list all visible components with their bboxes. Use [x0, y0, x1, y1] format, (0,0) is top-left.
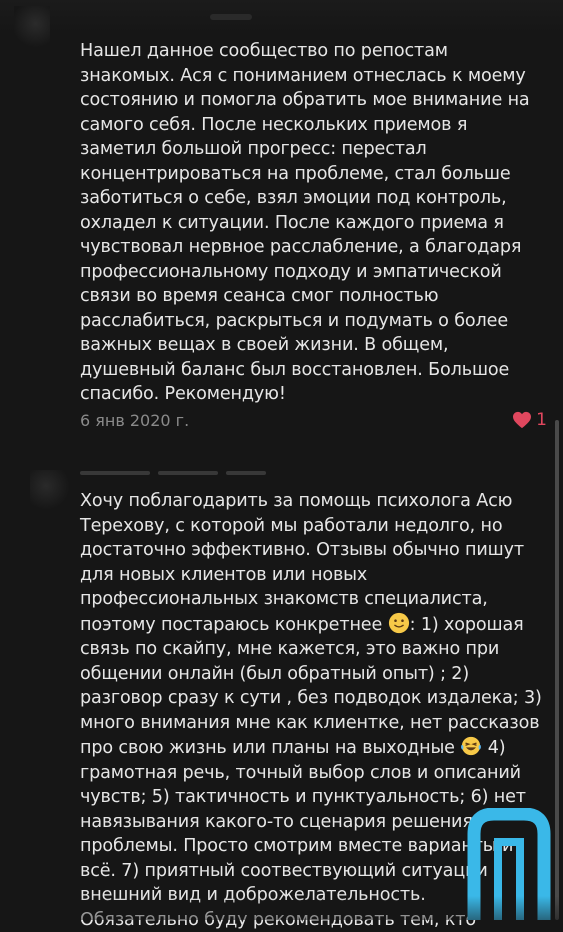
- like-count: 1: [536, 410, 547, 430]
- review-2-text-part3: 4) грамотная речь, точный выбор слов и о…: [80, 738, 526, 930]
- review-1-date: 6 янв 2020 г.: [80, 411, 190, 430]
- like-button[interactable]: 1: [512, 410, 547, 430]
- review-1-text: Нашел данное сообщество по репостам знак…: [80, 41, 530, 404]
- heart-icon: [513, 411, 532, 429]
- review-1-meta: 6 янв 2020 г. 1: [80, 410, 550, 434]
- review-2-avatar-fragment: [30, 470, 70, 510]
- review-2-author-fragment: [80, 462, 320, 480]
- app-logo-icon: [467, 808, 551, 920]
- laughing-with-tears-emoji: [461, 736, 482, 756]
- previous-avatar-fragment: [14, 6, 50, 50]
- previous-header-fragment: [210, 14, 252, 20]
- slightly-smiling-face-emoji: [388, 612, 409, 633]
- top-fade: [0, 0, 563, 34]
- review-2-text-part1: Хочу поблагодарить за помощь психолога А…: [80, 491, 524, 635]
